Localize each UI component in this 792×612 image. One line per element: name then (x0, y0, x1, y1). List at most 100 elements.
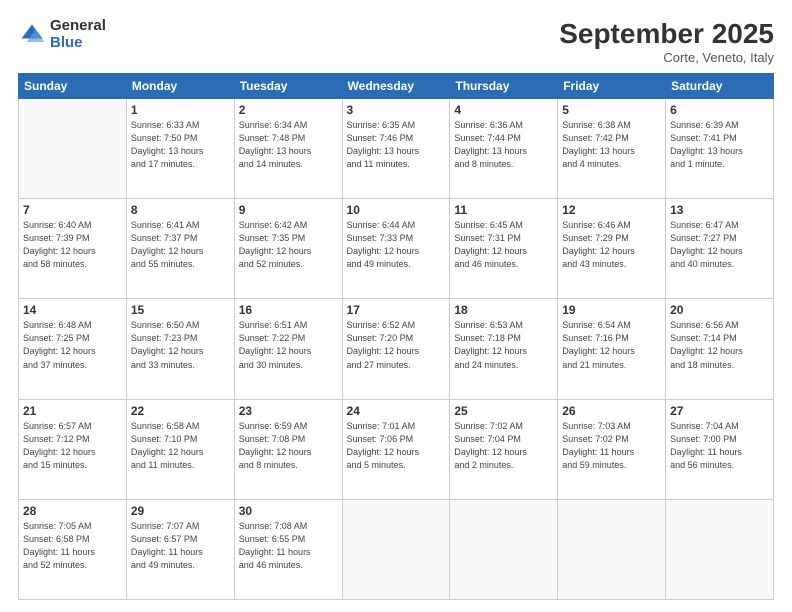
calendar-cell: 19 Sunrise: 6:54 AM Sunset: 7:16 PM Dayli… (558, 299, 666, 399)
day-info: Sunrise: 6:41 AM Sunset: 7:37 PM Dayligh… (131, 219, 230, 271)
day-info: Sunrise: 6:59 AM Sunset: 7:08 PM Dayligh… (239, 420, 338, 472)
header: General Blue September 2025 Corte, Venet… (18, 18, 774, 65)
day-number: 8 (131, 203, 230, 217)
day-number: 9 (239, 203, 338, 217)
calendar-cell: 9 Sunrise: 6:42 AM Sunset: 7:35 PM Daylig… (234, 199, 342, 299)
day-info: Sunrise: 6:40 AM Sunset: 7:39 PM Dayligh… (23, 219, 122, 271)
calendar-cell: 14 Sunrise: 6:48 AM Sunset: 7:25 PM Dayli… (19, 299, 127, 399)
day-info: Sunrise: 6:38 AM Sunset: 7:42 PM Dayligh… (562, 119, 661, 171)
calendar-cell: 8 Sunrise: 6:41 AM Sunset: 7:37 PM Daylig… (126, 199, 234, 299)
day-info: Sunrise: 6:35 AM Sunset: 7:46 PM Dayligh… (347, 119, 446, 171)
day-number: 6 (670, 103, 769, 117)
day-info: Sunrise: 6:44 AM Sunset: 7:33 PM Dayligh… (347, 219, 446, 271)
day-number: 10 (347, 203, 446, 217)
day-number: 29 (131, 504, 230, 518)
weekday-row: SundayMondayTuesdayWednesdayThursdayFrid… (19, 74, 774, 99)
calendar-header: SundayMondayTuesdayWednesdayThursdayFrid… (19, 74, 774, 99)
week-row-2: 14 Sunrise: 6:48 AM Sunset: 7:25 PM Dayli… (19, 299, 774, 399)
day-number: 14 (23, 303, 122, 317)
day-number: 7 (23, 203, 122, 217)
weekday-header-tuesday: Tuesday (234, 74, 342, 99)
day-info: Sunrise: 7:01 AM Sunset: 7:06 PM Dayligh… (347, 420, 446, 472)
day-info: Sunrise: 6:53 AM Sunset: 7:18 PM Dayligh… (454, 319, 553, 371)
calendar-cell: 29 Sunrise: 7:07 AM Sunset: 6:57 PM Dayli… (126, 499, 234, 599)
day-number: 20 (670, 303, 769, 317)
weekday-header-sunday: Sunday (19, 74, 127, 99)
day-number: 26 (562, 404, 661, 418)
day-info: Sunrise: 6:46 AM Sunset: 7:29 PM Dayligh… (562, 219, 661, 271)
calendar-body: 1Sunrise: 6:33 AM Sunset: 7:50 PM Daylig… (19, 99, 774, 600)
day-number: 27 (670, 404, 769, 418)
calendar-cell: 23 Sunrise: 6:59 AM Sunset: 7:08 PM Dayli… (234, 399, 342, 499)
calendar-cell: 22Sunrise: 6:58 AM Sunset: 7:10 PM Dayli… (126, 399, 234, 499)
day-number: 18 (454, 303, 553, 317)
day-info: Sunrise: 6:47 AM Sunset: 7:27 PM Dayligh… (670, 219, 769, 271)
day-info: Sunrise: 7:07 AM Sunset: 6:57 PM Dayligh… (131, 520, 230, 572)
weekday-header-saturday: Saturday (666, 74, 774, 99)
calendar-cell: 7 Sunrise: 6:40 AM Sunset: 7:39 PM Daylig… (19, 199, 127, 299)
calendar-cell (19, 99, 127, 199)
calendar-cell: 3Sunrise: 6:35 AM Sunset: 7:46 PM Daylig… (342, 99, 450, 199)
day-info: Sunrise: 6:52 AM Sunset: 7:20 PM Dayligh… (347, 319, 446, 371)
calendar-cell (342, 499, 450, 599)
calendar-cell: 13 Sunrise: 6:47 AM Sunset: 7:27 PM Dayli… (666, 199, 774, 299)
day-info: Sunrise: 7:03 AM Sunset: 7:02 PM Dayligh… (562, 420, 661, 472)
calendar-cell: 24Sunrise: 7:01 AM Sunset: 7:06 PM Dayli… (342, 399, 450, 499)
day-number: 16 (239, 303, 338, 317)
calendar-cell: 5 Sunrise: 6:38 AM Sunset: 7:42 PM Daylig… (558, 99, 666, 199)
logo-blue: Blue (50, 35, 106, 52)
location: Corte, Veneto, Italy (559, 50, 774, 65)
day-number: 28 (23, 504, 122, 518)
day-number: 23 (239, 404, 338, 418)
day-number: 5 (562, 103, 661, 117)
calendar-cell: 11Sunrise: 6:45 AM Sunset: 7:31 PM Dayli… (450, 199, 558, 299)
calendar-cell: 2 Sunrise: 6:34 AM Sunset: 7:48 PM Daylig… (234, 99, 342, 199)
logo-text: General Blue (50, 18, 106, 51)
day-info: Sunrise: 6:57 AM Sunset: 7:12 PM Dayligh… (23, 420, 122, 472)
day-info: Sunrise: 6:48 AM Sunset: 7:25 PM Dayligh… (23, 319, 122, 371)
day-number: 13 (670, 203, 769, 217)
month-title: September 2025 (559, 18, 774, 50)
calendar-cell: 27 Sunrise: 7:04 AM Sunset: 7:00 PM Dayli… (666, 399, 774, 499)
day-info: Sunrise: 6:36 AM Sunset: 7:44 PM Dayligh… (454, 119, 553, 171)
day-info: Sunrise: 6:34 AM Sunset: 7:48 PM Dayligh… (239, 119, 338, 171)
day-info: Sunrise: 6:56 AM Sunset: 7:14 PM Dayligh… (670, 319, 769, 371)
calendar-cell (666, 499, 774, 599)
calendar-cell (450, 499, 558, 599)
weekday-header-thursday: Thursday (450, 74, 558, 99)
day-info: Sunrise: 6:42 AM Sunset: 7:35 PM Dayligh… (239, 219, 338, 271)
logo: General Blue (18, 18, 106, 51)
calendar-cell: 18 Sunrise: 6:53 AM Sunset: 7:18 PM Dayli… (450, 299, 558, 399)
calendar-cell: 17Sunrise: 6:52 AM Sunset: 7:20 PM Dayli… (342, 299, 450, 399)
calendar-cell: 30Sunrise: 7:08 AM Sunset: 6:55 PM Dayli… (234, 499, 342, 599)
day-info: Sunrise: 6:33 AM Sunset: 7:50 PM Dayligh… (131, 119, 230, 171)
day-info: Sunrise: 7:05 AM Sunset: 6:58 PM Dayligh… (23, 520, 122, 572)
calendar-cell: 25Sunrise: 7:02 AM Sunset: 7:04 PM Dayli… (450, 399, 558, 499)
day-info: Sunrise: 6:51 AM Sunset: 7:22 PM Dayligh… (239, 319, 338, 371)
calendar-table: SundayMondayTuesdayWednesdayThursdayFrid… (18, 73, 774, 600)
calendar-cell: 1Sunrise: 6:33 AM Sunset: 7:50 PM Daylig… (126, 99, 234, 199)
day-number: 2 (239, 103, 338, 117)
day-number: 21 (23, 404, 122, 418)
day-number: 19 (562, 303, 661, 317)
calendar-cell: 4Sunrise: 6:36 AM Sunset: 7:44 PM Daylig… (450, 99, 558, 199)
day-info: Sunrise: 6:39 AM Sunset: 7:41 PM Dayligh… (670, 119, 769, 171)
calendar-cell: 26 Sunrise: 7:03 AM Sunset: 7:02 PM Dayli… (558, 399, 666, 499)
title-block: September 2025 Corte, Veneto, Italy (559, 18, 774, 65)
calendar-cell: 10 Sunrise: 6:44 AM Sunset: 7:33 PM Dayli… (342, 199, 450, 299)
logo-general: General (50, 18, 106, 35)
calendar-cell: 28 Sunrise: 7:05 AM Sunset: 6:58 PM Dayli… (19, 499, 127, 599)
logo-icon (18, 21, 46, 49)
calendar-cell: 12 Sunrise: 6:46 AM Sunset: 7:29 PM Dayli… (558, 199, 666, 299)
day-number: 12 (562, 203, 661, 217)
page: General Blue September 2025 Corte, Venet… (0, 0, 792, 612)
calendar-cell (558, 499, 666, 599)
day-info: Sunrise: 6:54 AM Sunset: 7:16 PM Dayligh… (562, 319, 661, 371)
day-number: 30 (239, 504, 338, 518)
day-info: Sunrise: 7:04 AM Sunset: 7:00 PM Dayligh… (670, 420, 769, 472)
calendar-cell: 6 Sunrise: 6:39 AM Sunset: 7:41 PM Daylig… (666, 99, 774, 199)
day-number: 11 (454, 203, 553, 217)
calendar-cell: 15Sunrise: 6:50 AM Sunset: 7:23 PM Dayli… (126, 299, 234, 399)
day-info: Sunrise: 6:58 AM Sunset: 7:10 PM Dayligh… (131, 420, 230, 472)
day-info: Sunrise: 6:50 AM Sunset: 7:23 PM Dayligh… (131, 319, 230, 371)
